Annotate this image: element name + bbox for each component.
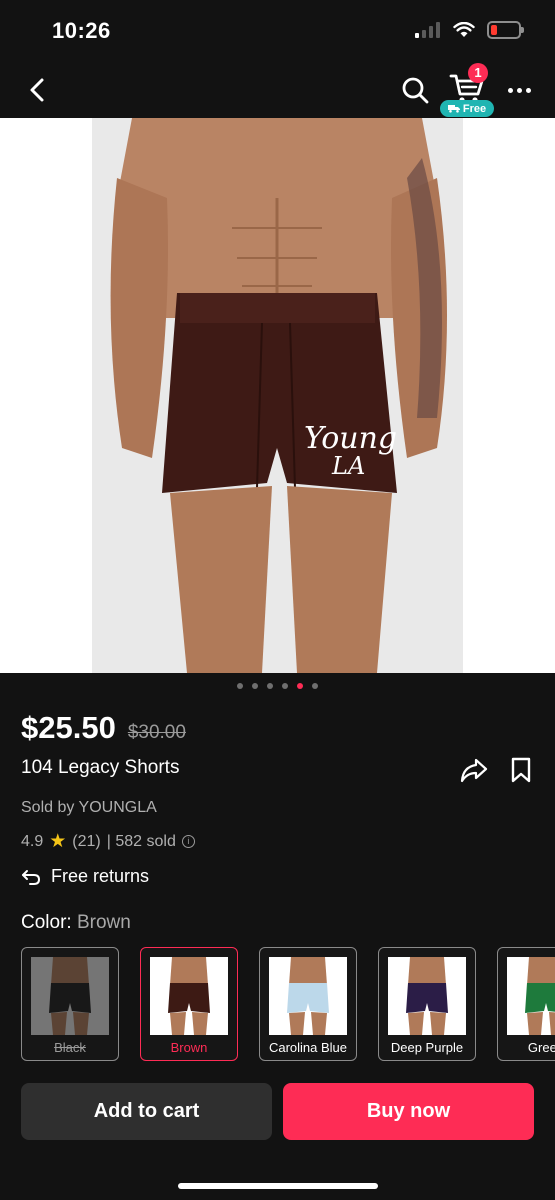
review-count: (21) [72,832,101,850]
more-options-button[interactable] [502,74,536,106]
variant-thumbnail [388,957,466,1035]
carousel-dot[interactable] [312,683,318,689]
svg-text:Young: Young [304,421,397,456]
share-button[interactable] [460,757,488,783]
cellular-signal-icon [415,22,440,38]
return-arrow-icon [22,869,41,885]
variant-thumbnail [507,957,555,1035]
color-label: Color: Brown [21,912,131,934]
add-to-cart-button[interactable]: Add to cart [21,1083,272,1140]
battery-icon [487,21,524,39]
product-photo: Young LA [92,118,463,673]
variant-green[interactable]: Green [497,947,555,1061]
variant-label: Deep Purple [390,1040,464,1055]
rating-row[interactable]: 4.9 ★ (21) | 582 sold i [21,830,195,853]
bookmark-button[interactable] [510,757,532,783]
status-time: 10:26 [52,18,111,43]
price-row: $25.50 $30.00 [21,710,186,746]
current-price: $25.50 [21,710,116,745]
seller-name[interactable]: Sold by YOUNGLA [21,799,157,817]
carousel-dot-active[interactable] [297,683,303,689]
variant-carolina-blue[interactable]: Carolina Blue [259,947,357,1061]
back-button[interactable] [22,74,54,106]
free-returns-row[interactable]: Free returns [21,866,149,887]
color-label-text: Color: [21,912,72,933]
variant-label: Green [527,1040,555,1055]
variant-label: Black [54,1040,86,1055]
home-indicator[interactable] [178,1183,378,1189]
color-variant-list: Black Brown Carolina Blue Deep Purple Gr… [21,947,555,1061]
variant-brown[interactable]: Brown [140,947,238,1061]
status-icons [415,21,524,39]
variant-deep-purple[interactable]: Deep Purple [378,947,476,1061]
wifi-icon [453,22,475,37]
carousel-dot[interactable] [237,683,243,689]
star-icon: ★ [49,831,67,852]
carousel-dot[interactable] [282,683,288,689]
free-returns-label: Free returns [51,866,150,886]
carousel-dot[interactable] [252,683,258,689]
selected-color: Brown [76,912,131,933]
product-title: 104 Legacy Shorts [21,757,180,778]
product-image-carousel[interactable]: Young LA [0,118,555,673]
variant-thumbnail [31,957,109,1035]
carousel-indicator [0,683,555,689]
buy-now-button[interactable]: Buy now [283,1083,534,1140]
original-price: $30.00 [127,722,186,743]
svg-text:LA: LA [331,452,365,480]
nav-bar: 1 Free [0,62,555,118]
carousel-dot[interactable] [267,683,273,689]
info-icon[interactable]: i [181,835,195,848]
free-shipping-badge: Free [440,100,494,117]
variant-label: Brown [170,1040,208,1055]
rating-value: 4.9 [21,832,44,850]
variant-thumbnail [150,957,228,1035]
more-icon [507,87,513,93]
cart-count-badge: 1 [468,63,488,83]
variant-black[interactable]: Black [21,947,119,1061]
variant-label: Carolina Blue [268,1040,348,1055]
search-button[interactable] [399,74,431,106]
truck-icon [447,105,460,113]
free-label: Free [462,102,487,115]
sold-count: | 582 sold [106,832,176,850]
variant-thumbnail [269,957,347,1035]
status-bar: 10:26 [0,0,555,62]
